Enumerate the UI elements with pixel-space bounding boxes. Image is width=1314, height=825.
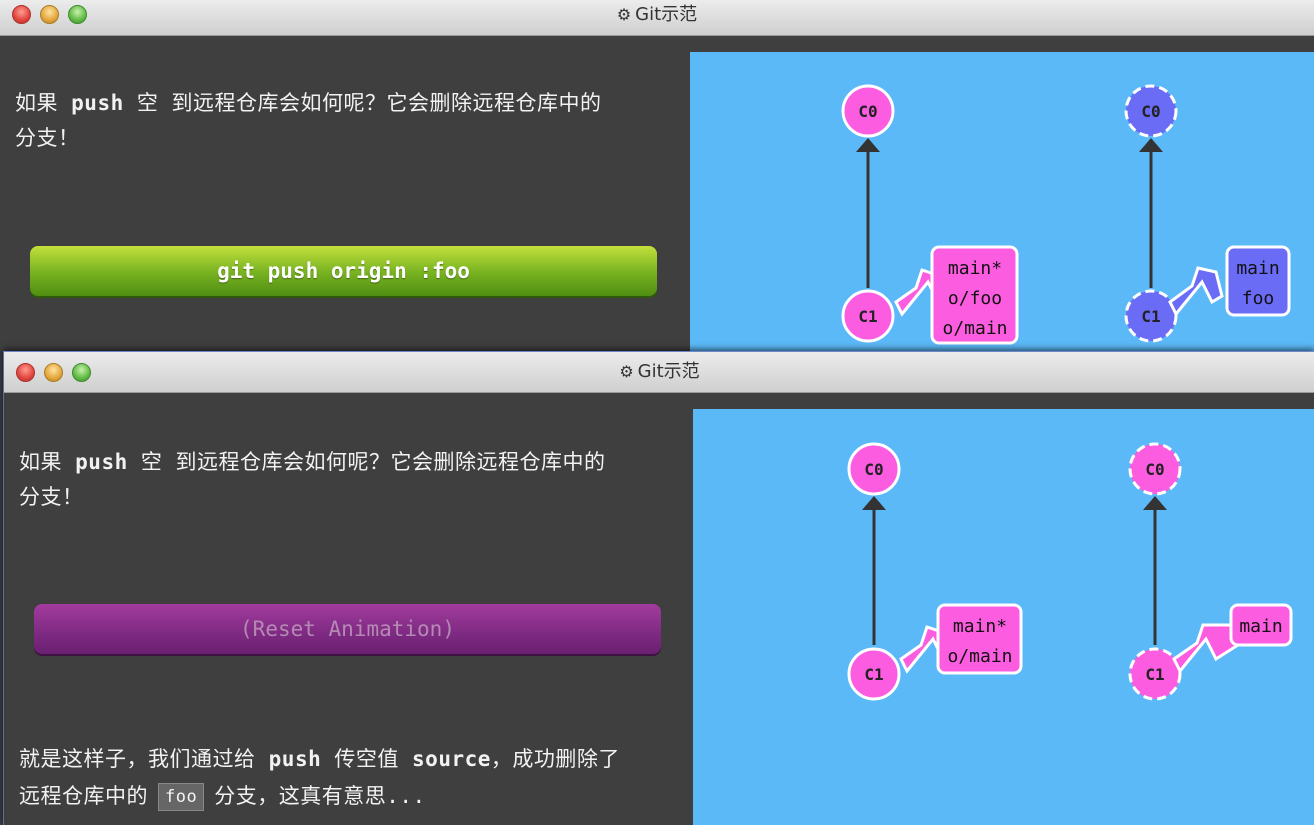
- gear-icon: ⚙: [616, 5, 632, 24]
- window-title: ⚙ Git示范: [0, 0, 1314, 30]
- svg-text:C1: C1: [864, 665, 883, 684]
- push-keyword: push: [71, 91, 124, 115]
- title-bar: ⚙ Git示范: [4, 352, 1314, 393]
- commit-graph: C0 C1 main* o/foo o/main C0 C1 main foo: [841, 84, 1291, 345]
- branch-label-main: main: [1236, 258, 1279, 279]
- commit-graph: C0 C1 main* o/main C0 C1 main: [847, 442, 1293, 701]
- local-repo-tree: C0 C1 main* o/foo o/main: [841, 84, 1019, 345]
- branch-label-o-foo: o/foo: [948, 288, 1002, 309]
- reset-animation-button[interactable]: (Reset Animation): [34, 604, 661, 654]
- gear-icon: ⚙: [619, 362, 634, 381]
- branch-label-main: main*: [953, 616, 1007, 637]
- git-demo-window-2: ⚙ Git示范 如果 push 空 到远程仓库会如何呢？它会删除远程仓库中的 分支…: [3, 351, 1314, 825]
- commit-node[interactable]: C1: [847, 647, 901, 701]
- branch-label-foo: foo: [1242, 288, 1275, 309]
- push-keyword: push: [268, 747, 322, 771]
- local-repo-tree: C0 C1 main* o/main: [847, 442, 1023, 701]
- edge-arrowhead: [1143, 496, 1167, 510]
- svg-text:C1: C1: [1141, 307, 1160, 326]
- remote-repo-tree: C0 C1 main foo: [1124, 84, 1291, 343]
- commit-node[interactable]: C0: [1128, 442, 1182, 496]
- commit-node[interactable]: C0: [847, 442, 901, 496]
- commit-node[interactable]: C1: [1128, 647, 1182, 701]
- svg-text:C0: C0: [858, 102, 877, 121]
- source-keyword: source: [412, 747, 491, 771]
- svg-text:C0: C0: [1141, 102, 1160, 121]
- window-title: ⚙ Git示范: [4, 352, 1314, 392]
- branch-pointer-arrow: [1168, 266, 1224, 317]
- branch-label-main: main: [1239, 616, 1282, 637]
- git-demo-window-1: ⚙ Git示范 如果 push 空 到远程仓库会如何呢？它会删除远程仓库中的 分支…: [0, 0, 1314, 352]
- svg-text:C1: C1: [1145, 665, 1164, 684]
- branch-label-o-main: o/main: [942, 318, 1007, 339]
- commit-node[interactable]: C1: [841, 289, 895, 343]
- push-keyword: push: [75, 450, 128, 474]
- branch-code-chip: foo: [158, 783, 205, 811]
- branch-label-main: main*: [948, 258, 1002, 279]
- edge-arrowhead: [856, 138, 880, 152]
- svg-text:C1: C1: [858, 307, 877, 326]
- edge-arrowhead: [1139, 138, 1163, 152]
- explanation-text: 如果 push 空 到远程仓库会如何呢？它会删除远程仓库中的 分支！: [19, 450, 606, 509]
- explanation-text: 如果 push 空 到远程仓库会如何呢？它会删除远程仓库中的 分支！: [15, 91, 602, 150]
- git-command-button[interactable]: git push origin :foo: [30, 246, 657, 296]
- remote-repo-tree: C0 C1 main: [1128, 442, 1293, 701]
- svg-text:C0: C0: [864, 460, 883, 479]
- title-bar: ⚙ Git示范: [0, 0, 1314, 36]
- commit-node[interactable]: C0: [841, 84, 895, 138]
- result-text: 就是这样子，我们通过给 push 传空值 source，成功删除了 远程仓库中的…: [19, 741, 689, 815]
- branch-label-o-main: o/main: [947, 646, 1012, 667]
- svg-text:C0: C0: [1145, 460, 1164, 479]
- edge-arrowhead: [862, 496, 886, 510]
- git-visualization-canvas: C0 C1 main* o/foo o/main C0 C1 main foo: [690, 52, 1314, 352]
- commit-node[interactable]: C1: [1124, 289, 1178, 343]
- branch-pointer-arrow: [1172, 623, 1240, 674]
- commit-node[interactable]: C0: [1124, 84, 1178, 138]
- git-visualization-canvas: C0 C1 main* o/main C0 C1 main: [693, 409, 1314, 825]
